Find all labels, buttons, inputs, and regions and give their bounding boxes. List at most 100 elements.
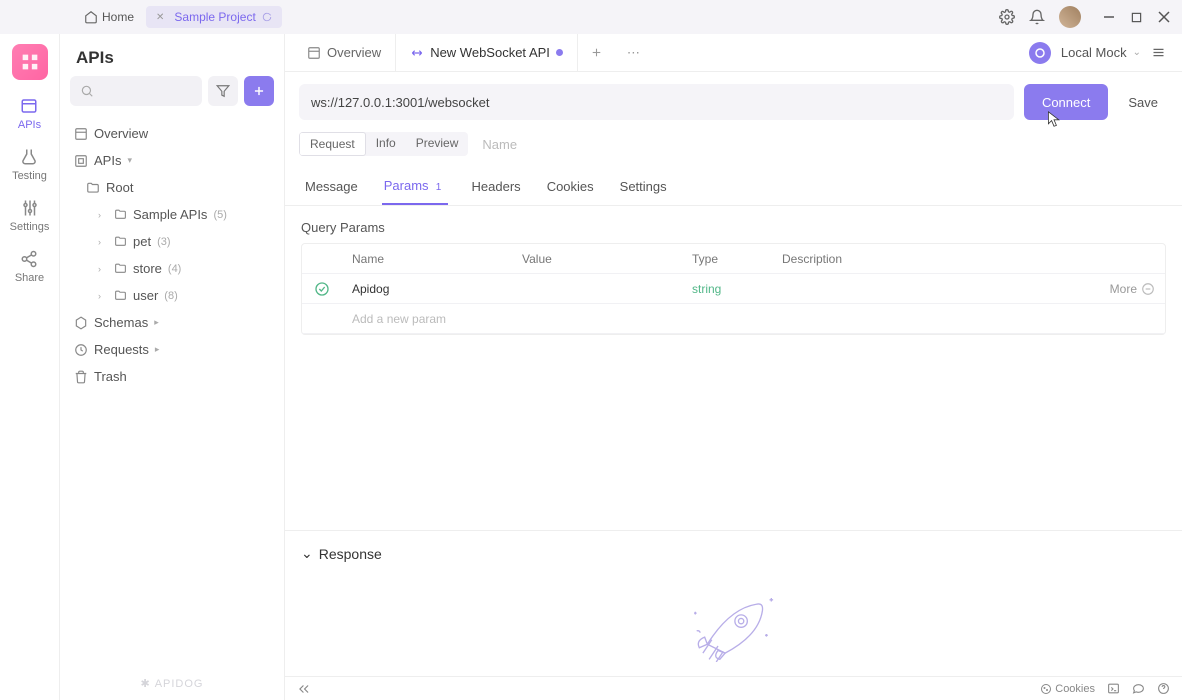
param-name[interactable]: Apidog <box>342 282 512 296</box>
feedback-icon[interactable] <box>1132 682 1145 695</box>
rail-apis[interactable]: APIs <box>18 96 41 131</box>
close-icon[interactable]: ✕ <box>156 12 164 23</box>
folder-icon <box>114 235 127 248</box>
maximize-icon[interactable] <box>1131 12 1142 23</box>
chevron-right-icon: › <box>98 264 108 274</box>
rail-settings[interactable]: Settings <box>10 198 50 233</box>
connect-button[interactable]: Connect <box>1024 84 1108 120</box>
tree-folder[interactable]: › store (4) <box>66 255 278 282</box>
save-button[interactable]: Save <box>1118 95 1168 110</box>
tree-folder[interactable]: › pet (3) <box>66 228 278 255</box>
tree-requests[interactable]: Requests ▸ <box>66 336 278 363</box>
seg-info[interactable]: Info <box>366 132 406 156</box>
rail-testing-label: Testing <box>12 170 47 182</box>
tree-requests-label: Requests <box>94 342 149 357</box>
schemas-icon <box>74 316 88 330</box>
tree-folder-count: (8) <box>164 290 177 302</box>
avatar[interactable] <box>1059 6 1081 28</box>
tree-apis-label: APIs <box>94 153 121 168</box>
cursor-icon <box>1046 110 1062 128</box>
params-count: 1 <box>432 181 446 195</box>
terminal-icon[interactable] <box>1107 682 1120 695</box>
add-button[interactable] <box>244 76 274 106</box>
subtab-params[interactable]: Params1 <box>382 170 448 205</box>
chevron-right-icon: ▸ <box>154 317 164 328</box>
environment-select[interactable]: Local Mock ⌄ <box>1061 45 1141 60</box>
plus-icon <box>252 84 266 98</box>
minus-circle-icon[interactable] <box>1141 282 1155 296</box>
project-tab-label: Sample Project <box>174 10 255 24</box>
subtab-cookies[interactable]: Cookies <box>545 171 596 204</box>
overview-icon <box>307 46 321 60</box>
tree-apis-node[interactable]: APIs ▾ <box>66 147 278 174</box>
tree-overview[interactable]: Overview <box>66 120 278 147</box>
folder-icon <box>114 262 127 275</box>
save-label: Save <box>1128 95 1158 110</box>
cookie-icon <box>1040 683 1052 695</box>
add-param-row[interactable]: Add a new param <box>302 304 1165 334</box>
param-more-button[interactable]: More <box>1085 282 1165 296</box>
folder-icon <box>114 289 127 302</box>
response-title: Response <box>319 546 382 562</box>
subtab-message[interactable]: Message <box>303 171 360 204</box>
col-description: Description <box>772 252 1085 266</box>
tree-folder[interactable]: › Sample APIs (5) <box>66 201 278 228</box>
menu-icon[interactable] <box>1151 45 1166 60</box>
bell-icon[interactable] <box>1029 9 1045 25</box>
subtab-settings[interactable]: Settings <box>618 171 669 204</box>
search-icon <box>80 84 94 98</box>
seg-preview[interactable]: Preview <box>406 132 469 156</box>
query-params-title: Query Params <box>301 220 1166 235</box>
collapse-icon[interactable] <box>297 682 311 696</box>
home-label: Home <box>102 10 134 24</box>
rail-share[interactable]: Share <box>15 249 44 284</box>
apis-icon <box>19 96 39 116</box>
tree-root[interactable]: Root <box>66 174 278 201</box>
response-toggle[interactable]: ⌄ Response <box>301 545 1166 562</box>
close-window-icon[interactable] <box>1158 11 1170 23</box>
overview-icon <box>74 127 88 141</box>
chevron-right-icon: ▸ <box>155 344 165 355</box>
minimize-icon[interactable] <box>1103 11 1115 23</box>
check-icon[interactable] <box>314 281 330 297</box>
api-name-input[interactable]: Name <box>476 137 517 152</box>
home-button[interactable]: Home <box>84 10 134 24</box>
tree-overview-label: Overview <box>94 126 148 141</box>
brand-footer: ✱APIDOG <box>60 667 284 700</box>
tree-folder-label: Sample APIs <box>133 207 207 222</box>
sidebar-title: APIs <box>60 34 284 76</box>
rail-apis-label: APIs <box>18 119 41 131</box>
help-icon[interactable] <box>1157 682 1170 695</box>
env-badge-icon[interactable] <box>1029 42 1051 64</box>
app-logo <box>12 44 48 80</box>
new-tab-button[interactable] <box>578 46 615 59</box>
chevron-down-icon: ⌄ <box>1133 47 1141 58</box>
subtab-headers[interactable]: Headers <box>470 171 523 204</box>
tab-more-button[interactable]: ⋯ <box>615 45 652 61</box>
tree-trash[interactable]: Trash <box>66 363 278 390</box>
tab-overview[interactable]: Overview <box>293 34 396 71</box>
param-row[interactable]: Apidog string More <box>302 274 1165 304</box>
tree-folder[interactable]: › user (8) <box>66 282 278 309</box>
url-input[interactable]: ws://127.0.0.1:3001/websocket <box>299 84 1014 120</box>
folder-icon <box>114 208 127 221</box>
trash-icon <box>74 370 88 384</box>
param-type[interactable]: string <box>682 282 772 296</box>
filter-button[interactable] <box>208 76 238 106</box>
seg-request[interactable]: Request <box>299 132 366 156</box>
tree-folder-count: (4) <box>168 263 181 275</box>
tab-websocket[interactable]: New WebSocket API <box>396 34 578 71</box>
chevron-right-icon: › <box>98 237 108 247</box>
project-tab[interactable]: ✕ Sample Project <box>146 6 282 28</box>
chevron-right-icon: › <box>98 291 108 301</box>
unsaved-dot-icon <box>556 49 563 56</box>
tree-folder-count: (3) <box>157 236 170 248</box>
folder-icon <box>86 181 100 195</box>
tree-schemas[interactable]: Schemas ▸ <box>66 309 278 336</box>
gear-icon[interactable] <box>999 9 1015 25</box>
search-input[interactable] <box>70 76 202 106</box>
cookies-button[interactable]: Cookies <box>1040 683 1095 695</box>
tree-root-label: Root <box>106 180 133 195</box>
settings-icon <box>20 198 40 218</box>
rail-testing[interactable]: Testing <box>12 147 47 182</box>
